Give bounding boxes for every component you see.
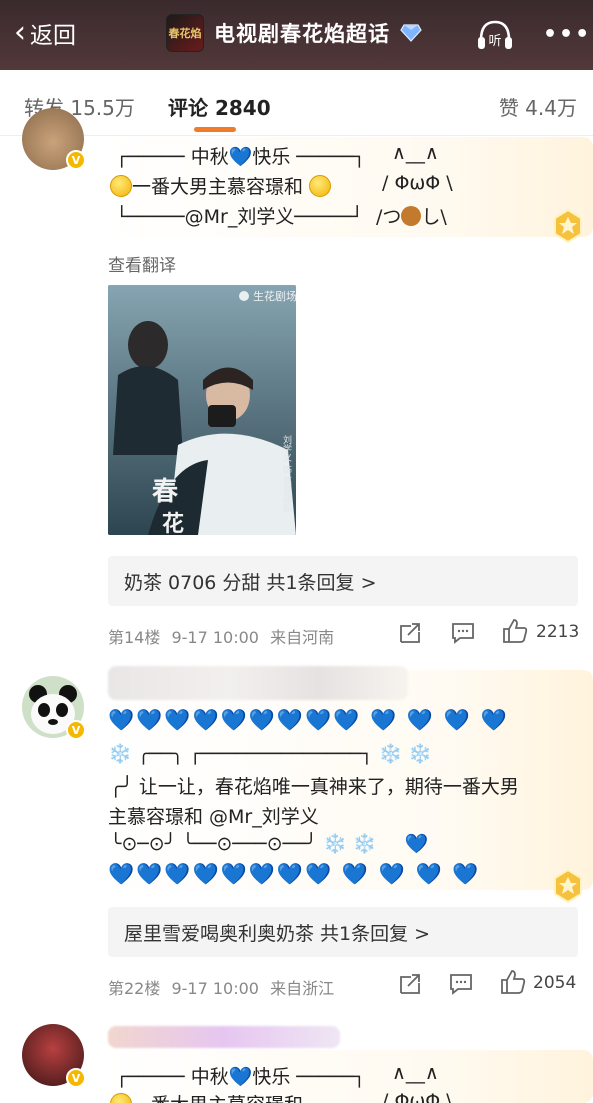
svg-text:听: 听 <box>488 34 501 49</box>
comment-text-line: 一番大男主慕容璟和 <box>110 1090 303 1103</box>
gold-medal-icon <box>554 868 582 904</box>
comment-text-line: 一番大男主慕容璟和 <box>110 172 332 199</box>
kaomoji: / ΦωΦ \ <box>382 172 453 194</box>
share-icon[interactable] <box>398 972 422 996</box>
location: 来自浙江 <box>270 979 335 998</box>
back-label: 返回 <box>30 23 76 49</box>
kaomoji: / ΦωΦ \ <box>382 1090 453 1103</box>
comment-text-line: 主慕容璟和 @Mr_刘学义 <box>108 806 319 828</box>
comment-text-line: ┌───── 中秋💙快乐 ─────┐ <box>116 1066 366 1088</box>
tab-bar: 转发 15.5万 评论 2840 赞 4.4万 <box>0 70 593 136</box>
top-bar: ‹ 返回 春花焰 电视剧春花焰超话 听 ••• <box>0 0 593 70</box>
poster-title: 春 <box>152 477 178 507</box>
topic-title-group[interactable]: 春花焰 电视剧春花焰超话 <box>166 14 422 52</box>
listen-headphones-icon[interactable]: 听 <box>476 18 514 52</box>
heart-icon: 💙 <box>228 146 253 168</box>
topic-logo: 春花焰 <box>166 14 204 52</box>
snowflake-icon: ❄️ ❄️ <box>323 833 377 855</box>
kaomoji: /つ し\ <box>376 206 447 228</box>
comment-meta: 第22楼 9-17 10:00 来自浙江 <box>108 975 334 999</box>
kaomoji: ∧__∧ <box>392 142 439 164</box>
svg-text:刘学义 饰 慕容璟和: 刘学义 饰 慕容璟和 <box>281 434 292 514</box>
comment-text-line: ╭╯ 让一让，春花焰唯一真神来了，期待一番大男 <box>110 776 519 798</box>
mooncake-icon <box>401 206 422 226</box>
username-blurred[interactable] <box>108 1026 340 1048</box>
chevron-left-icon: ‹ <box>14 15 26 50</box>
comment-icon[interactable] <box>449 972 473 996</box>
svg-text:花: 花 <box>162 511 184 535</box>
more-icon[interactable]: ••• <box>543 22 591 47</box>
like-count: 2213 <box>536 622 580 642</box>
thumbs-up-icon[interactable] <box>502 618 528 644</box>
comment-text-line: └─────@Mr_刘学义─────┘ <box>116 206 363 228</box>
back-button[interactable]: ‹ 返回 <box>14 16 76 50</box>
like-count: 2054 <box>533 973 577 993</box>
comment-image[interactable]: 春 花 刘学义 饰 慕容璟和 生花剧场 <box>108 285 296 535</box>
location: 来自河南 <box>270 628 335 647</box>
heart-icon: 💙 <box>404 833 429 855</box>
thumbs-up-icon[interactable] <box>500 969 526 995</box>
kaomoji: ∧__∧ <box>392 1062 439 1084</box>
comment-meta: 第14楼 9-17 10:00 来自河南 <box>108 624 334 648</box>
reply-summary[interactable]: 屋里雪爱喝奥利奥奶茶 共1条回复 > <box>108 907 578 957</box>
heart-icon: 💙 <box>228 1066 253 1088</box>
translate-link[interactable]: 查看翻译 <box>108 251 176 276</box>
decor-line: ❄️ ╭──╮ ┌──────────────┐ ❄️ ❄️ <box>108 743 432 765</box>
verified-badge-icon: V <box>66 150 86 170</box>
timestamp: 9-17 10:00 <box>171 628 259 647</box>
snowflake-icon: ❄️ ❄️ <box>378 743 432 765</box>
comment-icon[interactable] <box>451 621 475 645</box>
tab-comment[interactable]: 评论 2840 <box>168 92 271 121</box>
page-title: 电视剧春花焰超话 <box>214 22 390 46</box>
coin-icon <box>110 1093 132 1103</box>
gold-medal-icon <box>554 208 582 244</box>
comment-text-line: ┌───── 中秋💙快乐 ─────┐ <box>116 146 366 168</box>
svg-text:生花剧场: 生花剧场 <box>253 289 296 303</box>
floor-number: 第14楼 <box>108 628 161 647</box>
verified-badge-icon: V <box>66 720 86 740</box>
tab-like[interactable]: 赞 4.4万 <box>499 92 577 121</box>
diamond-badge-icon <box>400 24 422 42</box>
poster-art: 春 花 刘学义 饰 慕容璟和 生花剧场 <box>108 285 296 535</box>
decor-line: ╰⊙─⊙╯ ╰──⊙───⊙──╯ ❄️ ❄️ 💙 <box>110 833 429 855</box>
floor-number: 第22楼 <box>108 979 161 998</box>
reply-summary[interactable]: 奶茶 0706 分甜 共1条回复 > <box>108 556 578 606</box>
verified-badge-icon: V <box>66 1068 86 1088</box>
snowflake-icon: ❄️ <box>108 743 132 765</box>
share-icon[interactable] <box>398 621 422 645</box>
heart-row: 💙💙💙💙💙💙💙💙💙 💙 💙 💙 💙 <box>108 708 509 732</box>
coin-icon <box>309 175 332 197</box>
heart-row: 💙💙💙💙💙💙💙💙 💙 💙 💙 💙 <box>108 862 481 886</box>
coin-icon <box>110 175 132 197</box>
timestamp: 9-17 10:00 <box>171 979 259 998</box>
tab-active-indicator <box>194 127 236 132</box>
username-blurred[interactable] <box>108 666 408 700</box>
